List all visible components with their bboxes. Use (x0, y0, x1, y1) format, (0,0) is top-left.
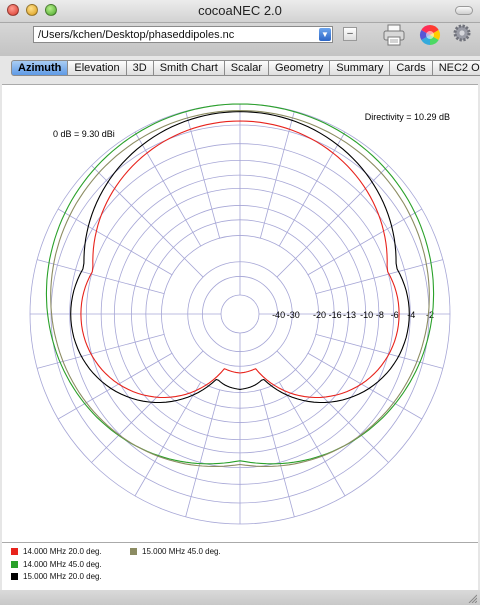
grid-spoke (259, 389, 295, 517)
toolbar: /Users/kchen/Desktop/phaseddipoles.nc ▼ … (0, 23, 480, 56)
grid-spoke (185, 389, 221, 517)
ring-label: -6 (391, 310, 399, 320)
tab-summary[interactable]: Summary (330, 60, 391, 76)
tab-smith-chart[interactable]: Smith Chart (153, 60, 225, 76)
tab-scalar[interactable]: Scalar (224, 60, 269, 76)
ring-label: -8 (376, 310, 384, 320)
ring-label: -30 (287, 310, 300, 320)
grid-spoke (37, 259, 165, 295)
tab-cards[interactable]: Cards (390, 60, 433, 76)
chevron-down-icon[interactable]: ▼ (319, 28, 331, 41)
printer-icon[interactable] (382, 23, 406, 47)
gain-reference-label: 0 dB = 9.30 dBi (53, 129, 115, 139)
legend-panel: 14.000 MHz 20.0 deg. 14.000 MHz 45.0 deg.… (2, 543, 478, 590)
grid-spoke (278, 381, 346, 497)
tab-elevation[interactable]: Elevation (68, 60, 127, 76)
grid-ring (220, 294, 260, 334)
grid-spoke (278, 131, 346, 247)
resize-grip-icon[interactable] (467, 593, 477, 603)
legend-swatch (11, 573, 18, 580)
status-bar (0, 590, 480, 605)
view-tabs: Azimuth Elevation 3D Smith Chart Scalar Geome… (11, 60, 480, 76)
ring-label: -20 (313, 310, 326, 320)
ring-label: -4 (407, 310, 415, 320)
remove-button[interactable]: – (343, 27, 357, 41)
ring-label: -40 (272, 310, 285, 320)
legend-swatch (11, 561, 18, 568)
azimuth-polar-chart: -40 -30 -20 -16 -13 -10 -8 -6 -4 -20 dB = 9.30 dB… (29, 103, 451, 525)
file-path-text: /Users/kchen/Desktop/phaseddipoles.nc (38, 29, 235, 41)
toolbar-toggle-button[interactable] (455, 6, 473, 15)
grid-spoke (259, 111, 295, 239)
legend-label: 14.000 MHz 45.0 deg. (23, 560, 102, 569)
grid-spoke (57, 208, 173, 276)
ring-label: -10 (360, 310, 373, 320)
app-window: cocoaNEC 2.0 /Users/kchen/Desktop/phased… (0, 0, 480, 605)
tab-geometry[interactable]: Geometry (268, 60, 331, 76)
file-path-combobox[interactable]: /Users/kchen/Desktop/phaseddipoles.nc ▼ (33, 26, 333, 43)
legend-swatch (11, 548, 18, 555)
grid-spoke (315, 259, 443, 295)
ring-label: -16 (329, 310, 342, 320)
grid-spoke (185, 111, 221, 239)
window-title: cocoaNEC 2.0 (198, 3, 282, 18)
grid-spoke (307, 208, 423, 276)
tab-azimuth[interactable]: Azimuth (11, 60, 69, 76)
color-wheel-icon[interactable] (418, 23, 442, 47)
gear-icon[interactable] (452, 23, 472, 43)
title-bar: cocoaNEC 2.0 (0, 0, 480, 23)
tab-3d[interactable]: 3D (126, 60, 154, 76)
plot-panel: -40 -30 -20 -16 -13 -10 -8 -6 -4 -2 0 dB = 9.30 dB… (2, 84, 478, 543)
legend-swatch (130, 548, 137, 555)
legend-label: 15.000 MHz 20.0 deg. (23, 572, 102, 581)
legend-label: 14.000 MHz 20.0 deg. (23, 547, 102, 556)
directivity-label: Directivity = 10.29 dB (365, 112, 450, 122)
grid-spoke (134, 381, 202, 497)
ring-label: -13 (343, 310, 356, 320)
grid-spoke (134, 131, 202, 247)
tab-nec2-output[interactable]: NEC2 Output (432, 60, 480, 76)
legend-label: 15.000 MHz 45.0 deg. (142, 547, 221, 556)
